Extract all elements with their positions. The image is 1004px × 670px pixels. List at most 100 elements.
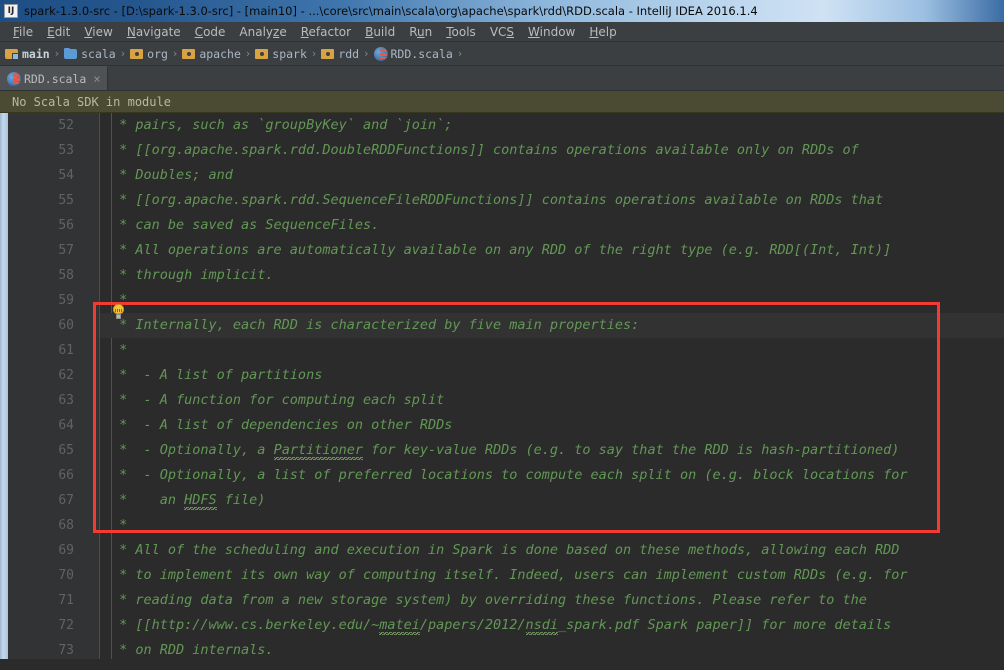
- package-icon: [255, 48, 268, 59]
- line-number: 59: [8, 288, 100, 313]
- scala-file-icon: [7, 72, 21, 86]
- breadcrumb-separator: ›: [364, 47, 368, 60]
- menu-item-view[interactable]: View: [77, 24, 119, 40]
- code-line[interactable]: *: [100, 288, 1004, 313]
- scala-file-icon: [374, 47, 388, 61]
- line-number: 58: [8, 263, 100, 288]
- line-number: 52: [8, 113, 100, 138]
- line-number: 63: [8, 388, 100, 413]
- code-line[interactable]: * can be saved as SequenceFiles.: [100, 213, 1004, 238]
- code-line[interactable]: * to implement its own way of computing …: [100, 563, 1004, 588]
- breadcrumb-item-main[interactable]: main: [5, 47, 52, 61]
- menu-bar: File Edit View Navigate Code Analyze Ref…: [0, 22, 1004, 42]
- breadcrumb-separator: ›: [173, 47, 177, 60]
- line-number: 65: [8, 438, 100, 463]
- breadcrumb-label: RDD.scala: [391, 47, 453, 61]
- menu-item-refactor[interactable]: Refactor: [294, 24, 358, 40]
- line-number: 69: [8, 538, 100, 563]
- breadcrumb-separator: ›: [312, 47, 316, 60]
- code-line[interactable]: * through implicit.: [100, 263, 1004, 288]
- breadcrumb-item-apache[interactable]: apache: [182, 47, 243, 61]
- menu-item-window[interactable]: Window: [521, 24, 582, 40]
- package-icon: [321, 48, 334, 59]
- line-number: 72: [8, 613, 100, 638]
- menu-item-code[interactable]: Code: [188, 24, 233, 40]
- tab-rdd-scala[interactable]: RDD.scala ×: [0, 66, 108, 90]
- line-number: 68: [8, 513, 100, 538]
- window-title: spark-1.3.0-src - [D:\spark-1.3.0-src] -…: [24, 4, 758, 18]
- line-number: 67: [8, 488, 100, 513]
- breadcrumb-item-org[interactable]: org: [130, 47, 170, 61]
- code-line[interactable]: *: [100, 338, 1004, 363]
- breadcrumb-item-rdd-scala[interactable]: RDD.scala: [374, 47, 455, 61]
- breadcrumb-item-scala[interactable]: scala: [64, 47, 118, 61]
- code-line[interactable]: * - A list of partitions: [100, 363, 1004, 388]
- editor-tab-bar: RDD.scala ×: [0, 66, 1004, 91]
- code-line[interactable]: * All operations are automatically avail…: [100, 238, 1004, 263]
- breadcrumb-label: rdd: [338, 47, 359, 61]
- menu-item-run[interactable]: Run: [402, 24, 439, 40]
- breadcrumb-item-rdd[interactable]: rdd: [321, 47, 361, 61]
- sdk-notification-message: No Scala SDK in module: [12, 95, 171, 109]
- code-line[interactable]: * pairs, such as `groupByKey` and `join`…: [100, 113, 1004, 138]
- code-line[interactable]: * Doubles; and: [100, 163, 1004, 188]
- line-number: 70: [8, 563, 100, 588]
- line-number: 64: [8, 413, 100, 438]
- folder-blue-icon: [64, 48, 77, 59]
- breadcrumb-separator: ›: [246, 47, 250, 60]
- close-icon[interactable]: ×: [93, 74, 100, 84]
- line-number: 53: [8, 138, 100, 163]
- breadcrumb-separator: ›: [121, 47, 125, 60]
- breadcrumb: main › scala › org › apache › spark › rd…: [0, 42, 1004, 66]
- window-title-bar: IJ spark-1.3.0-src - [D:\spark-1.3.0-src…: [0, 0, 1004, 22]
- breadcrumb-label: org: [147, 47, 168, 61]
- code-line[interactable]: * Internally, each RDD is characterized …: [100, 313, 1004, 338]
- left-edge-scrollbar[interactable]: [0, 113, 8, 659]
- menu-item-vcs[interactable]: VCS: [483, 24, 521, 40]
- code-line[interactable]: * on RDD internals.: [100, 638, 1004, 659]
- menu-item-analyze[interactable]: Analyze: [232, 24, 293, 40]
- menu-item-help[interactable]: Help: [582, 24, 623, 40]
- code-line[interactable]: *: [100, 513, 1004, 538]
- breadcrumb-label: apache: [199, 47, 241, 61]
- breadcrumb-label: main: [22, 47, 50, 61]
- intellij-idea-icon: IJ: [4, 4, 18, 18]
- line-number: 73: [8, 638, 100, 659]
- line-number: 66: [8, 463, 100, 488]
- breadcrumb-separator: ›: [458, 47, 462, 60]
- line-number-gutter[interactable]: 5253545556575859606162636465666768697071…: [8, 113, 100, 659]
- code-text-area[interactable]: * pairs, such as `groupByKey` and `join`…: [100, 113, 1004, 659]
- code-line[interactable]: * an HDFS file): [100, 488, 1004, 513]
- breadcrumb-item-spark[interactable]: spark: [255, 47, 309, 61]
- line-number: 62: [8, 363, 100, 388]
- line-number: 71: [8, 588, 100, 613]
- menu-item-edit[interactable]: Edit: [40, 24, 77, 40]
- line-number: 60: [8, 313, 100, 338]
- code-line[interactable]: * - Optionally, a list of preferred loca…: [100, 463, 1004, 488]
- package-icon: [130, 48, 143, 59]
- menu-item-tools[interactable]: Tools: [439, 24, 483, 40]
- line-number: 61: [8, 338, 100, 363]
- menu-item-file[interactable]: File: [6, 24, 40, 40]
- code-line[interactable]: * [[http://www.cs.berkeley.edu/~matei/pa…: [100, 613, 1004, 638]
- source-root-folder-icon: [5, 48, 18, 59]
- tab-label: RDD.scala: [24, 72, 86, 86]
- line-number: 54: [8, 163, 100, 188]
- code-line[interactable]: * - A function for computing each split: [100, 388, 1004, 413]
- code-line[interactable]: * All of the scheduling and execution in…: [100, 538, 1004, 563]
- package-icon: [182, 48, 195, 59]
- breadcrumb-separator: ›: [55, 47, 59, 60]
- line-number: 55: [8, 188, 100, 213]
- code-line[interactable]: * - Optionally, a Partitioner for key-va…: [100, 438, 1004, 463]
- intention-lightbulb-icon[interactable]: [112, 304, 125, 320]
- line-number: 56: [8, 213, 100, 238]
- line-number: 57: [8, 238, 100, 263]
- code-line[interactable]: * - A list of dependencies on other RDDs: [100, 413, 1004, 438]
- menu-item-navigate[interactable]: Navigate: [120, 24, 188, 40]
- code-line[interactable]: * reading data from a new storage system…: [100, 588, 1004, 613]
- code-editor: 5253545556575859606162636465666768697071…: [0, 113, 1004, 659]
- menu-item-build[interactable]: Build: [358, 24, 402, 40]
- code-line[interactable]: * [[org.apache.spark.rdd.DoubleRDDFuncti…: [100, 138, 1004, 163]
- code-line[interactable]: * [[org.apache.spark.rdd.SequenceFileRDD…: [100, 188, 1004, 213]
- sdk-notification-banner[interactable]: No Scala SDK in module: [0, 91, 1004, 113]
